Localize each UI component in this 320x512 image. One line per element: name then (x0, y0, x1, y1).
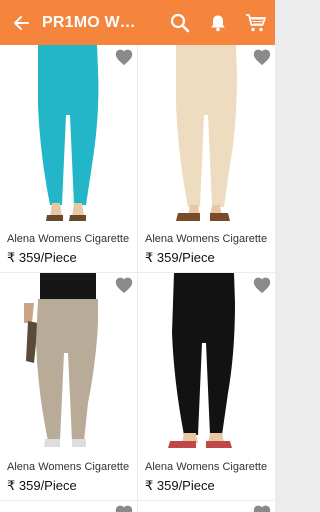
product-price: ₹ 359/Piece (7, 250, 77, 265)
product-image (138, 45, 275, 229)
wishlist-heart-icon[interactable] (252, 504, 272, 512)
product-card[interactable] (138, 501, 275, 512)
product-image (138, 273, 275, 457)
wishlist-heart-icon[interactable] (114, 504, 134, 512)
notifications-button[interactable] (199, 0, 237, 45)
product-price: ₹ 359/Piece (7, 478, 77, 493)
wishlist-heart-icon[interactable] (252, 276, 272, 294)
cart-icon (246, 13, 266, 31)
product-card[interactable]: Alena Womens Cigarette ₹ 359/Piece (0, 273, 137, 500)
product-name: Alena Womens Cigarette (7, 461, 130, 473)
product-price: ₹ 359/Piece (145, 478, 215, 493)
app-bar-actions (161, 0, 275, 45)
product-name: Alena Womens Cigarette (7, 233, 130, 245)
product-card[interactable]: Alena Womens Cigarette ₹ 359/Piece (0, 45, 137, 272)
product-card[interactable]: Alena Womens Cigarette ₹ 359/Piece (138, 45, 275, 272)
search-button[interactable] (161, 0, 199, 45)
product-image (0, 45, 137, 229)
product-price: ₹ 359/Piece (145, 250, 215, 265)
product-name: Alena Womens Cigarette (145, 233, 268, 245)
product-image (0, 273, 137, 457)
back-arrow-icon (14, 15, 29, 30)
back-button[interactable] (0, 0, 42, 45)
cart-button[interactable] (237, 0, 275, 45)
product-card[interactable] (0, 501, 137, 512)
wishlist-heart-icon[interactable] (114, 48, 134, 66)
bell-icon (211, 15, 225, 31)
page-title: PR1MO Wo... (42, 13, 142, 31)
product-grid: Alena Womens Cigarette ₹ 359/Piece Alena… (0, 45, 275, 512)
product-name: Alena Womens Cigarette (145, 461, 268, 473)
product-card[interactable]: Alena Womens Cigarette ₹ 359/Piece (138, 273, 275, 500)
wishlist-heart-icon[interactable] (252, 48, 272, 66)
search-icon (170, 13, 190, 32)
wishlist-heart-icon[interactable] (114, 276, 134, 294)
app-bar: PR1MO Wo... (0, 0, 275, 45)
